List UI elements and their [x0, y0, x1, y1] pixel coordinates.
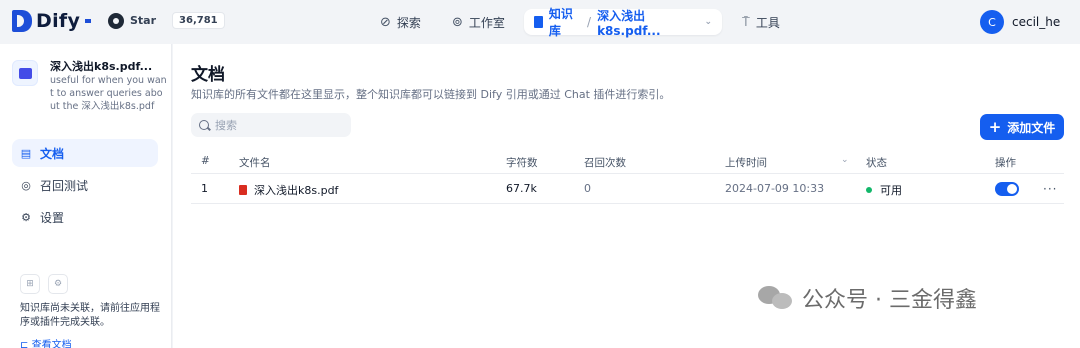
page-title: 文档 [191, 65, 225, 85]
plus-icon: + [988, 118, 1002, 136]
row-recall: 0 [584, 182, 591, 195]
app-grid-icon: ⊞ [20, 274, 40, 294]
column-header-chars: 字符数 [506, 157, 538, 169]
sidebar-menu: ▤ 文档 ◎ 召回测试 ⚙ 设置 [12, 139, 158, 235]
nav-knowledge[interactable]: 知识库 / 深入浅出k8s.pdf... ⌄ [524, 7, 722, 38]
nav-studio[interactable]: ⊚ 工作室 [452, 9, 505, 35]
target-icon: ◎ [21, 178, 31, 192]
view-docs-link[interactable]: ⊏ 查看文档 [20, 336, 160, 348]
document-icon: ▤ [20, 146, 32, 160]
sidebar-item-recall-test[interactable]: ◎ 召回测试 [12, 171, 158, 199]
user-name: cecil_he [1012, 15, 1061, 29]
github-star-label: Star [130, 14, 157, 27]
add-file-button[interactable]: + 添加文件 [980, 114, 1064, 140]
more-actions-icon[interactable]: ··· [1043, 182, 1057, 196]
gear-icon: ⚙ [21, 210, 31, 224]
nav-explore[interactable]: ⊘ 探索 [380, 9, 421, 35]
nav-explore-label: 探索 [396, 15, 421, 30]
dify-logo[interactable]: Dify [12, 10, 92, 32]
github-star-widget[interactable]: Star 36,781 [108, 12, 225, 29]
dataset-name: 深入浅出k8s.pdf... [50, 60, 153, 73]
row-filename[interactable]: 深入浅出k8s.pdf [239, 182, 338, 198]
view-docs-label: 查看文档 [31, 340, 72, 348]
sort-icon[interactable]: ⌄ [841, 155, 849, 165]
row-filename-text: 深入浅出k8s.pdf [254, 184, 339, 197]
row-upload-time: 2024-07-09 10:33 [725, 182, 825, 195]
status-text: 可用 [880, 184, 902, 197]
column-header-number: # [201, 155, 210, 167]
table-header: # 文件名 字符数 召回次数 上传时间 ⌄ 状态 操作 [191, 148, 1064, 174]
avatar: C [980, 10, 1004, 34]
nav-current-dataset[interactable]: 深入浅出k8s.pdf... [597, 7, 696, 38]
row-number: 1 [201, 182, 208, 195]
tip-icons: ⊞ ⚙ [20, 274, 160, 294]
robot-icon: ⊚ [452, 14, 463, 30]
column-header-actions: 操作 [995, 157, 1016, 169]
top-bar: Dify Star 36,781 ⊘ 探索 ⊚ 工作室 知识库 / 深入浅出k8… [0, 0, 1080, 44]
book-open-icon: ⊏ [20, 340, 29, 348]
github-star-count: 36,781 [172, 12, 225, 29]
status-badge: 可用 [866, 182, 902, 198]
sidebar: 深入浅出k8s.pdf... useful for when you want … [0, 44, 172, 348]
wechat-icon [758, 284, 794, 312]
search-icon [199, 120, 209, 130]
hammer-icon: ⍑ [742, 14, 750, 30]
table-row[interactable]: 1 深入浅出k8s.pdf 67.7k 0 2024-07-09 10:33 可… [191, 174, 1064, 204]
pdf-file-icon [239, 185, 247, 195]
page-description: 知识库的所有文件都在这里显示，整个知识库都可以链接到 Dify 引用或通过 Ch… [191, 88, 671, 101]
add-file-label: 添加文件 [1007, 120, 1056, 135]
sidebar-item-settings[interactable]: ⚙ 设置 [12, 203, 158, 231]
dify-logo-icon [12, 10, 32, 32]
user-menu[interactable]: C cecil_he [980, 10, 1060, 34]
search-box[interactable] [191, 113, 351, 137]
nav-tools-label: 工具 [755, 15, 780, 30]
column-header-recall: 召回次数 [584, 157, 626, 169]
book-icon [534, 16, 543, 28]
sidebar-item-label: 文档 [40, 146, 65, 161]
dataset-description: useful for when you want to answer queri… [50, 75, 167, 112]
watermark-text: 公众号 · 三金得鑫 [802, 288, 977, 313]
column-header-upload-time[interactable]: 上传时间 [725, 155, 767, 170]
status-dot [866, 187, 872, 193]
logo-text: Dify [36, 10, 81, 32]
enable-toggle[interactable] [995, 182, 1019, 196]
folder-icon [12, 60, 38, 86]
nav-tools[interactable]: ⍑ 工具 [742, 9, 780, 35]
sidebar-item-label: 设置 [40, 210, 65, 225]
search-input[interactable] [215, 118, 335, 132]
sidebar-item-label: 召回测试 [40, 178, 89, 193]
logo-dot [85, 19, 92, 23]
nav-studio-label: 工作室 [468, 15, 505, 30]
tip-text: 知识库尚未关联，请前往应用程序或插件完成关联。 [20, 303, 160, 328]
column-header-status: 状态 [866, 157, 887, 169]
unlinked-tip: ⊞ ⚙ 知识库尚未关联，请前往应用程序或插件完成关联。 ⊏ 查看文档 [20, 274, 160, 348]
column-header-filename: 文件名 [239, 157, 271, 169]
watermark: 公众号 · 三金得鑫 [758, 282, 977, 314]
compass-icon: ⊘ [380, 14, 391, 30]
nav-knowledge-label: 知识库 [548, 7, 573, 38]
plugin-icon: ⚙ [48, 274, 68, 294]
nav-separator: / [587, 15, 592, 29]
sidebar-item-documents[interactable]: ▤ 文档 [12, 139, 158, 167]
row-chars: 67.7k [506, 182, 537, 195]
github-icon [108, 12, 124, 29]
chevron-down-icon[interactable]: ⌄ [704, 17, 712, 27]
